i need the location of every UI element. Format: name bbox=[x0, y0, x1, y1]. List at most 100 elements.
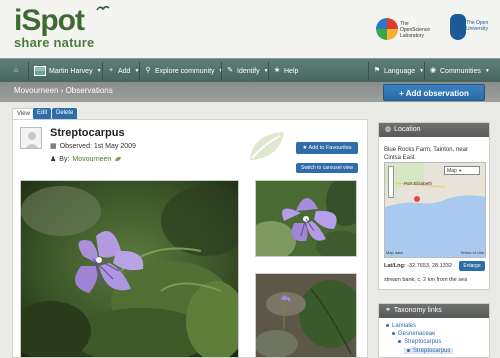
main-nav: ⌂ Martin Harvey ▼ + Add ▼ ⚲ Explore comm… bbox=[0, 58, 500, 82]
nav-help-label: Help bbox=[284, 67, 299, 75]
tab-view[interactable]: View bbox=[12, 108, 35, 119]
location-map[interactable] bbox=[384, 162, 486, 258]
nav-divider bbox=[268, 62, 269, 80]
observation-date: ▦ Observed: 1st May 2009 bbox=[50, 142, 136, 151]
nav-add-menu[interactable]: + Add ▼ bbox=[107, 59, 139, 83]
map-data-label: Map data bbox=[386, 250, 403, 255]
taxonomy-link-label: Streptocarpus bbox=[404, 339, 442, 345]
nav-divider bbox=[102, 62, 103, 80]
nav-divider bbox=[368, 62, 369, 80]
favourites-label: Add to Favourites bbox=[308, 145, 352, 151]
avatar bbox=[34, 66, 46, 76]
nav-divider bbox=[28, 62, 29, 80]
nav-add-label: Add bbox=[118, 67, 131, 75]
nav-home[interactable]: ⌂ bbox=[12, 59, 20, 83]
link-icon: ⚭ bbox=[385, 307, 391, 314]
logo-tagline: share nature bbox=[14, 35, 95, 50]
observation-title: Streptocarpus bbox=[50, 127, 125, 139]
leaf-badge-icon bbox=[115, 156, 122, 162]
bullet-icon bbox=[392, 331, 395, 335]
map-terms-link[interactable]: Terms of Use bbox=[460, 250, 484, 255]
plus-icon: + bbox=[399, 89, 406, 98]
enlarge-map-button[interactable]: Enlarge bbox=[459, 261, 485, 271]
observation-author: ♟ By: Movourneen bbox=[50, 155, 122, 163]
thumbnail-photo-1[interactable] bbox=[255, 180, 357, 257]
observed-date-text: Observed: 1st May 2009 bbox=[59, 142, 136, 150]
leaf-logo-icon bbox=[250, 132, 284, 160]
chevron-down-icon: ▼ bbox=[484, 68, 490, 74]
flower-closeup-photo bbox=[256, 181, 356, 256]
nav-explore-menu[interactable]: ⚲ Explore community ▼ bbox=[144, 59, 223, 83]
plus-icon: + bbox=[108, 67, 114, 74]
bullet-icon bbox=[398, 339, 401, 343]
map-type-select[interactable]: Map ▼ bbox=[444, 166, 480, 175]
nav-communities-menu[interactable]: ◉ Communities ▼ bbox=[429, 59, 490, 83]
site-header: iSpot share nature The OpenScience Labor… bbox=[0, 0, 500, 58]
breadcrumb[interactable]: Movourneen › Observations bbox=[14, 86, 113, 95]
bullet-icon bbox=[386, 323, 389, 327]
carousel-view-button[interactable]: Switch to carousel view bbox=[296, 163, 358, 173]
streptocarpus-photo bbox=[21, 181, 238, 357]
add-to-favourites-button[interactable]: ★ Add to Favourites bbox=[296, 142, 358, 154]
taxonomy-link-label: Gesneriaceae bbox=[398, 331, 436, 337]
openscience-logo[interactable] bbox=[376, 18, 398, 40]
nav-help[interactable]: ★ Help bbox=[273, 59, 299, 83]
map-zoom-control[interactable] bbox=[388, 166, 394, 198]
ispot-logo[interactable]: iSpot share nature bbox=[14, 4, 95, 51]
taxonomy-link-label: Streptocarpus bbox=[413, 348, 451, 354]
taxonomy-current[interactable]: Streptocarpus bbox=[404, 348, 454, 354]
main-photo[interactable] bbox=[20, 180, 239, 358]
open-university-logo[interactable] bbox=[450, 14, 466, 40]
nav-user-menu[interactable]: Martin Harvey ▼ bbox=[34, 59, 102, 83]
nav-user-label: Martin Harvey bbox=[49, 67, 93, 75]
pencil-icon: ✎ bbox=[227, 67, 233, 74]
tab-edit[interactable]: Edit bbox=[33, 108, 52, 119]
latlng-readout: Lat/Lng: -32.7653, 28.1332 bbox=[384, 263, 452, 269]
latlng-label: Lat/Lng: bbox=[384, 263, 406, 269]
bullet-icon bbox=[407, 348, 410, 352]
logo-wordmark: iSpot bbox=[14, 4, 85, 37]
taxonomy-heading: Taxonomy links bbox=[393, 307, 442, 314]
nav-divider bbox=[139, 62, 140, 80]
location-header: ◍ Location bbox=[379, 123, 489, 137]
location-place: Blue Rocks Farm, Tainton, near Cintsa Ea… bbox=[384, 147, 468, 161]
add-observation-label: Add observation bbox=[405, 89, 469, 98]
by-label: By: bbox=[59, 155, 70, 163]
calendar-icon: ▦ bbox=[50, 143, 57, 150]
user-silhouette-icon bbox=[25, 132, 39, 148]
nav-explore-label: Explore community bbox=[155, 67, 215, 75]
map-graphic bbox=[385, 163, 485, 257]
location-note: stream bank, c. 2 km from the sea bbox=[384, 277, 468, 283]
taxonomy-link[interactable]: Lamiales bbox=[386, 323, 416, 329]
nav-identify-menu[interactable]: ✎ Identify ▼ bbox=[226, 59, 268, 83]
openscience-label: The OpenScience Laboratory bbox=[400, 21, 431, 39]
add-observation-button[interactable]: + Add observation bbox=[383, 84, 485, 101]
taxonomy-link[interactable]: Streptocarpus bbox=[398, 339, 441, 345]
nav-identify-label: Identify bbox=[237, 67, 260, 75]
user-avatar[interactable] bbox=[20, 127, 42, 149]
search-icon: ⚲ bbox=[145, 67, 151, 74]
star-icon: ★ bbox=[273, 67, 281, 74]
chevron-down-icon: ▼ bbox=[458, 168, 463, 173]
taxonomy-link[interactable]: Gesneriaceae bbox=[392, 331, 435, 337]
map-pin-icon: ◍ bbox=[385, 126, 392, 133]
map-footer: Map data Terms of Use bbox=[386, 250, 484, 255]
nav-divider bbox=[424, 62, 425, 80]
thumbnail-photo-2[interactable] bbox=[255, 273, 357, 358]
tab-delete[interactable]: Delete bbox=[52, 108, 78, 119]
open-university-label: The Open University bbox=[466, 20, 489, 32]
taxonomy-link-label: Lamiales bbox=[392, 323, 417, 329]
flag-icon: ⚑ bbox=[373, 67, 381, 74]
leaves-photo bbox=[256, 274, 356, 357]
taxonomy-header: ⚭ Taxonomy links bbox=[379, 304, 489, 318]
map-city-label: Port Elizabeth bbox=[404, 181, 433, 186]
user-icon: ♟ bbox=[50, 156, 57, 163]
home-icon: ⌂ bbox=[13, 67, 19, 74]
globe-icon: ◉ bbox=[429, 67, 437, 74]
nav-language-label: Language bbox=[384, 67, 416, 75]
bird-icon bbox=[96, 5, 110, 11]
nav-language-menu[interactable]: ⚑ Language ▼ bbox=[373, 59, 424, 83]
map-type-label: Map bbox=[447, 168, 457, 174]
author-link[interactable]: Movourneen bbox=[72, 156, 111, 163]
location-heading: Location bbox=[394, 126, 421, 133]
